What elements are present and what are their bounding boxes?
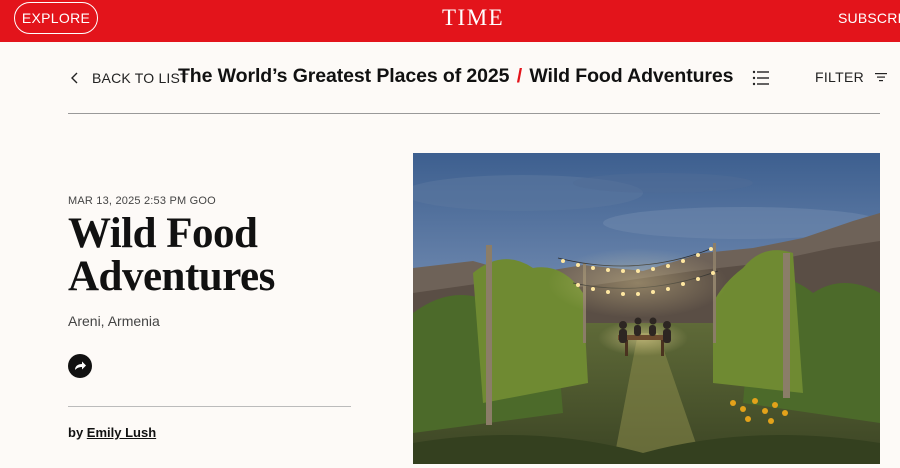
back-to-list-label: BACK TO LIST xyxy=(92,70,189,86)
breadcrumb: The World’s Greatest Places of 2025 / Wi… xyxy=(178,65,734,88)
byline: by Emily Lush xyxy=(68,425,156,440)
explore-button[interactable]: EXPLORE xyxy=(14,2,98,34)
breadcrumb-separator: / xyxy=(516,65,523,87)
subscribe-link[interactable]: SUBSCRIBE xyxy=(838,10,900,26)
vineyard-photo xyxy=(413,153,880,464)
author-link[interactable]: Emily Lush xyxy=(87,425,156,440)
top-bar: EXPLORE TIME SUBSCRIBE xyxy=(0,0,900,42)
list-icon[interactable] xyxy=(752,69,770,87)
byline-divider xyxy=(68,406,351,407)
breadcrumb-list-title[interactable]: The World’s Greatest Places of 2025 xyxy=(178,65,509,87)
filter-button[interactable]: FILTER xyxy=(815,69,888,85)
header-divider xyxy=(68,113,880,114)
filter-label: FILTER xyxy=(815,69,864,85)
back-to-list-link[interactable]: BACK TO LIST xyxy=(68,68,189,88)
hero-image xyxy=(413,153,880,464)
share-icon xyxy=(75,361,86,370)
chevron-left-icon xyxy=(71,72,78,84)
article-location: Areni, Armenia xyxy=(68,313,160,329)
time-logo[interactable]: TIME xyxy=(442,5,504,31)
share-button[interactable] xyxy=(68,354,92,378)
article-dateline: MAR 13, 2025 2:53 PM GOO xyxy=(68,195,216,207)
byline-prefix: by xyxy=(68,425,84,440)
filter-icon xyxy=(875,73,887,82)
page-title: Wild Food Adventures xyxy=(68,210,275,300)
breadcrumb-current: Wild Food Adventures xyxy=(529,65,734,87)
